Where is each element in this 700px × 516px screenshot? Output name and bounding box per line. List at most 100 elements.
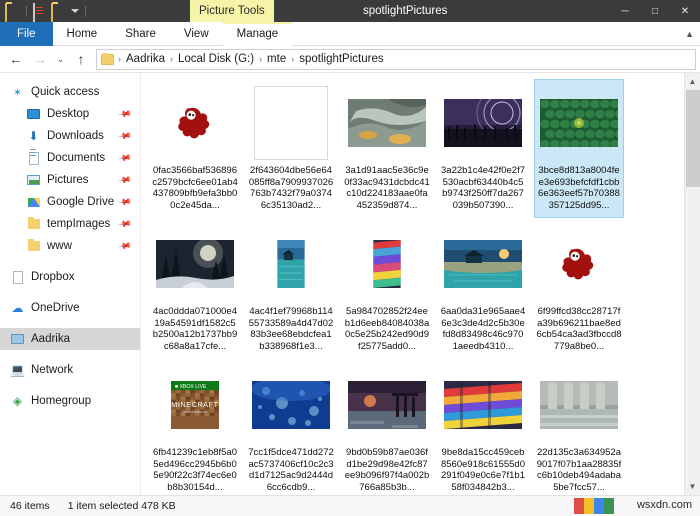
blank-thumbnail — [254, 86, 328, 160]
file-name-label: 5a984702852f24eeb1d6eeb84084038a0c5e25b2… — [344, 306, 430, 352]
file-thumbnail — [444, 225, 522, 303]
back-button[interactable]: ← — [4, 48, 28, 70]
sidebar-item-onedrive[interactable]: ☁ OneDrive — [0, 297, 140, 319]
file-thumbnail — [252, 366, 330, 444]
forward-button[interactable]: → — [28, 48, 52, 70]
file-name-label: 6aa0da31e965aae46e3c3de4d2c5b30efd8d8349… — [440, 306, 526, 352]
tab-share[interactable]: Share — [111, 22, 170, 46]
file-tile[interactable]: 3bce8d813a8004fee3e693befcfdf1cbb6e363ee… — [534, 79, 624, 218]
file-name-label: 9be8da15cc459ceb8560e918c61555d0291f049e… — [440, 447, 525, 493]
sidebar-label-quick-access: Quick access — [31, 86, 100, 98]
scrollbar-track[interactable] — [685, 90, 700, 478]
file-list-pane[interactable]: 0fac3566baf536896c2579bcfc6ee01ab4437809… — [140, 73, 700, 495]
quick-access-toolbar[interactable] — [0, 2, 89, 22]
breadcrumb-item-local-disk[interactable]: Local Disk (G:) — [175, 53, 257, 65]
status-item-count: 46 items — [10, 500, 50, 512]
sidebar-label-dropbox: Dropbox — [31, 271, 75, 283]
sidebar-item-pictures[interactable]: Pictures 📌 — [0, 169, 140, 191]
sidebar-item-network[interactable]: 💻 Network — [0, 359, 140, 381]
file-thumbnail — [348, 366, 426, 444]
pin-icon[interactable]: 📌 — [117, 173, 132, 188]
sidebar-label-tempimages: tempImages — [47, 218, 111, 230]
navigation-pane[interactable]: ✶ Quick access Desktop 📌 ⬇ Downloads 📌 D… — [0, 73, 140, 495]
sidebar-item-aadrika[interactable]: Aadrika — [0, 328, 140, 350]
file-tile[interactable]: 3a22b1c4e42f0e2f7530acbf63440b4c5b9743f2… — [438, 79, 528, 218]
folder-icon[interactable] — [5, 2, 20, 22]
file-thumbnail: ■ XBOX LIVE MINECRAFT XBOX ONE EDITION — [156, 366, 234, 444]
maximize-button[interactable]: □ — [640, 0, 670, 22]
sidebar-item-dropbox[interactable]: Dropbox — [0, 266, 140, 288]
file-tile[interactable]: 6aa0da31e965aae46e3c3de4d2c5b30efd8d8349… — [438, 220, 528, 359]
pin-icon[interactable]: 📌 — [117, 239, 132, 254]
pin-icon[interactable]: 📌 — [117, 217, 132, 232]
breadcrumb-item-spotlightpictures[interactable]: spotlightPictures — [296, 53, 386, 65]
sidebar-label-www: www — [47, 240, 72, 252]
file-thumbnail — [540, 84, 618, 162]
breadcrumb-separator-3: › — [291, 54, 295, 64]
new-folder-icon[interactable] — [51, 2, 66, 22]
sidebar-label-downloads: Downloads — [47, 130, 104, 142]
scrollbar-thumb[interactable] — [685, 90, 700, 187]
file-tile[interactable]: ■ XBOX LIVE MINECRAFT XBOX ONE EDITION 6fb4… — [150, 361, 240, 495]
tab-file[interactable]: File — [0, 22, 53, 46]
file-name-label: 22d135c3a634952a9017f07b1aa28835fc6b10de… — [536, 447, 622, 493]
pin-icon[interactable]: 📌 — [117, 195, 132, 210]
breadcrumb[interactable]: › Aadrika › Local Disk (G:) › mte › spot… — [96, 48, 696, 70]
breadcrumb-separator-0: › — [118, 54, 121, 64]
file-tile[interactable]: 9bd0b59b87ae036fd1be29d98e42fc87ee9b096f… — [342, 361, 432, 495]
file-tile[interactable]: 5a984702852f24eeb1d6eeb84084038a0c5e25b2… — [342, 220, 432, 359]
folder-icon — [26, 217, 41, 231]
sidebar-item-downloads[interactable]: ⬇ Downloads 📌 — [0, 125, 140, 147]
recent-locations-button[interactable]: ⌄ — [52, 48, 69, 70]
close-button[interactable]: ✕ — [670, 0, 700, 22]
homegroup-icon: ◈ — [12, 394, 23, 408]
sidebar-label-pictures: Pictures — [47, 174, 89, 186]
sidebar-item-tempimages[interactable]: tempImages 📌 — [0, 213, 140, 235]
scroll-down-button[interactable]: ▼ — [685, 478, 700, 495]
file-tile[interactable]: 2f643604dbe56e64085ff8a7909937026763b743… — [246, 79, 336, 218]
file-name-label: 4ac0ddda071000e419a54591df1582c5b2500a12… — [152, 306, 238, 352]
sidebar-item-documents[interactable]: Documents 📌 — [0, 147, 140, 169]
file-tile[interactable]: 3a1d91aac5e36c9e0f33ac9431dcbdc41c10d224… — [342, 79, 432, 218]
up-button[interactable]: ↑ — [69, 48, 93, 70]
breadcrumb-item-aadrika[interactable]: Aadrika — [123, 53, 168, 65]
sidebar-label-google-drive: Google Drive — [47, 196, 115, 208]
file-tile[interactable]: 0fac3566baf536896c2579bcfc6ee01ab4437809… — [150, 79, 240, 218]
properties-icon[interactable] — [33, 2, 48, 22]
minimize-button[interactable]: ─ — [610, 0, 640, 22]
picture-icon — [26, 173, 41, 187]
scroll-up-button[interactable]: ▲ — [685, 73, 700, 90]
tab-home[interactable]: Home — [53, 22, 112, 46]
pin-icon[interactable]: 📌 — [117, 151, 132, 166]
pin-icon[interactable]: 📌 — [117, 129, 132, 144]
sidebar-item-homegroup[interactable]: ◈ Homegroup — [0, 390, 140, 412]
chevron-up-icon[interactable]: ▲ — [685, 22, 700, 45]
tab-manage[interactable]: Manage — [222, 22, 293, 46]
vertical-scrollbar[interactable]: ▲ ▼ — [684, 73, 700, 495]
tab-view[interactable]: View — [170, 22, 223, 46]
pin-icon[interactable]: 📌 — [117, 107, 132, 122]
breadcrumb-separator-1: › — [170, 54, 173, 64]
sidebar-item-desktop[interactable]: Desktop 📌 — [0, 103, 140, 125]
customize-dropdown-icon[interactable] — [71, 9, 79, 13]
file-name-label: 4ac4f1ef79968b11455733589a4d47d0283b3ee6… — [248, 306, 334, 352]
file-tile[interactable]: 6f99ffcd38cc28717fa39b696211bae8ed6cb54c… — [534, 220, 624, 359]
window-controls: ─ □ ✕ — [610, 0, 700, 22]
file-tile[interactable]: 7cc1f5dce471dd272ac5737406cf10c2c3d1d712… — [246, 361, 336, 495]
toolbar-divider-2 — [85, 5, 86, 17]
file-thumbnail — [252, 225, 330, 303]
breadcrumb-item-mte[interactable]: mte — [264, 53, 289, 65]
file-tile[interactable]: 9be8da15cc459ceb8560e918c61555d0291f049e… — [438, 361, 528, 495]
sidebar-item-www[interactable]: www 📌 — [0, 235, 140, 257]
picture-tools-label: Picture Tools — [190, 0, 274, 22]
file-tile[interactable]: 22d135c3a634952a9017f07b1aa28835fc6b10de… — [534, 361, 624, 495]
file-tile[interactable]: 4ac0ddda071000e419a54591df1582c5b2500a12… — [150, 220, 240, 359]
contextual-tab-accent — [222, 22, 293, 24]
network-icon: 💻 — [10, 363, 25, 377]
sidebar-item-google-drive[interactable]: Google Drive 📌 — [0, 191, 140, 213]
sidebar-item-quick-access[interactable]: ✶ Quick access — [0, 81, 140, 103]
onedrive-cloud-icon: ☁ — [11, 301, 24, 315]
file-tile[interactable]: 4ac4f1ef79968b11455733589a4d47d0283b3ee6… — [246, 220, 336, 359]
